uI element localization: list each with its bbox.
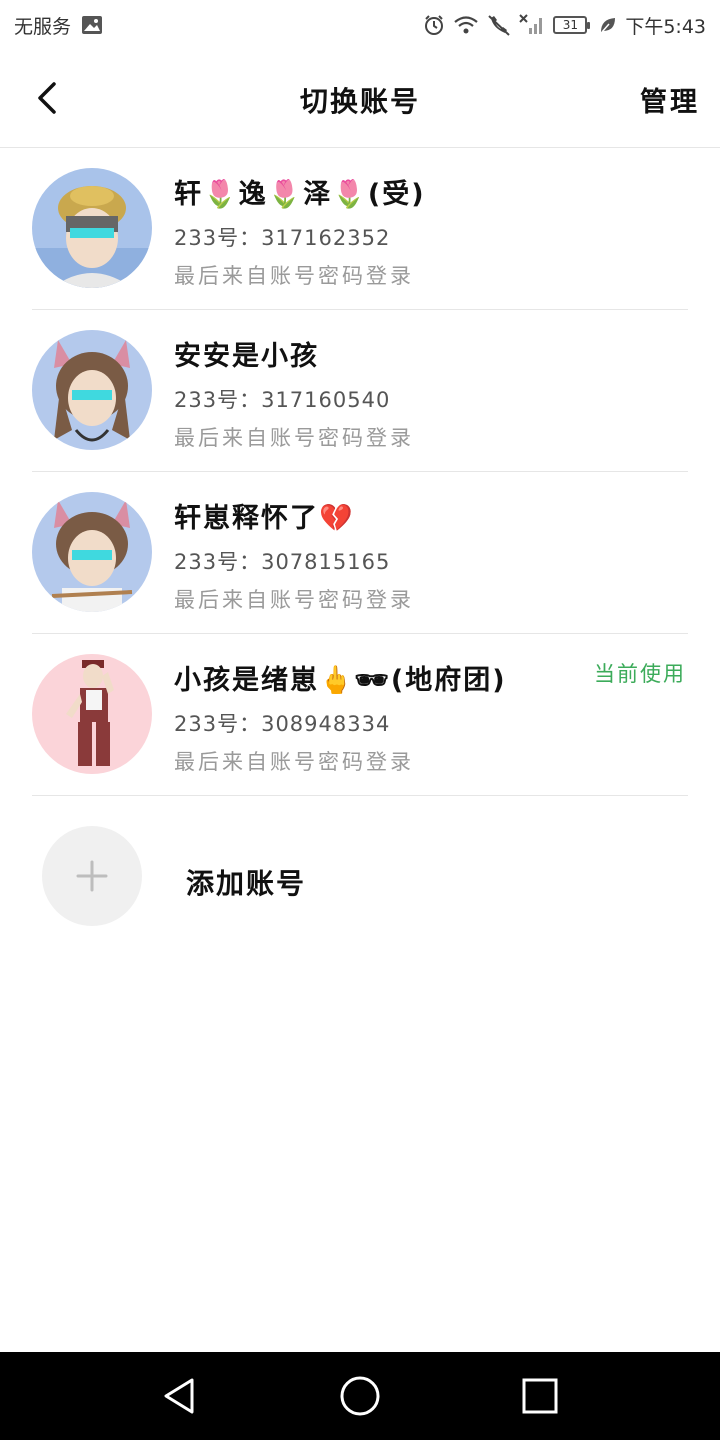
clock: 下午5:43 [625, 15, 706, 38]
account-item[interactable]: 小孩是绪崽🖕🕶(地府团) 233号：308948334 最后来自账号密码登录 当… [32, 634, 688, 796]
account-name: 小孩是绪崽🖕🕶(地府团) [174, 665, 507, 696]
add-account-button[interactable]: 添加账号 [32, 796, 688, 956]
battery-icon: 31 [553, 16, 591, 34]
account-list: 轩🌷逸🌷泽🌷(受) 233号：317162352 最后来自账号密码登录 安安是小… [0, 148, 720, 956]
manage-button[interactable]: 管理 [640, 80, 700, 119]
leaf-icon [599, 16, 617, 34]
nav-home-icon[interactable] [336, 1372, 384, 1420]
avatar [32, 330, 152, 450]
status-right: 31 下午5:43 [423, 12, 706, 39]
image-icon [81, 15, 103, 35]
wifi-icon [453, 15, 479, 35]
account-item[interactable]: 安安是小孩 233号：317160540 最后来自账号密码登录 [32, 310, 688, 472]
account-login-method: 最后来自账号密码登录 [174, 264, 414, 288]
carrier-label: 无服务 [14, 15, 72, 38]
nav-recents-icon[interactable] [516, 1372, 564, 1420]
status-bar: 无服务 31 下午5:43 [0, 0, 720, 50]
account-name: 安安是小孩 [174, 341, 319, 372]
avatar [32, 168, 152, 288]
account-name: 轩🌷逸🌷泽🌷(受) [174, 179, 426, 210]
account-name: 轩崽释怀了💔 [174, 503, 355, 534]
account-item[interactable]: 轩崽释怀了💔 233号：307815165 最后来自账号密码登录 [32, 472, 688, 634]
page-title: 切换账号 [299, 85, 420, 118]
account-login-method: 最后来自账号密码登录 [174, 588, 414, 612]
current-account-badge: 当前使用 [594, 662, 686, 686]
alarm-icon [423, 14, 445, 36]
account-id: 233号：317162352 [174, 226, 391, 250]
add-account-label: 添加账号 [186, 867, 307, 900]
nav-back-icon[interactable] [156, 1372, 204, 1420]
account-id: 233号：317160540 [174, 388, 391, 412]
account-id: 233号：308948334 [174, 712, 391, 736]
status-left: 无服务 [14, 12, 103, 39]
avatar [32, 492, 152, 612]
avatar [32, 654, 152, 774]
account-id: 233号：307815165 [174, 550, 391, 574]
app-header: 切换账号 管理 [0, 50, 720, 148]
plus-icon[interactable] [42, 826, 142, 926]
account-item[interactable]: 轩🌷逸🌷泽🌷(受) 233号：317162352 最后来自账号密码登录 [32, 148, 688, 310]
no-signal-icon [519, 14, 545, 36]
account-login-method: 最后来自账号密码登录 [174, 750, 414, 774]
system-nav-bar [0, 1352, 720, 1440]
account-login-method: 最后来自账号密码登录 [174, 426, 414, 450]
no-call-icon [487, 14, 511, 36]
